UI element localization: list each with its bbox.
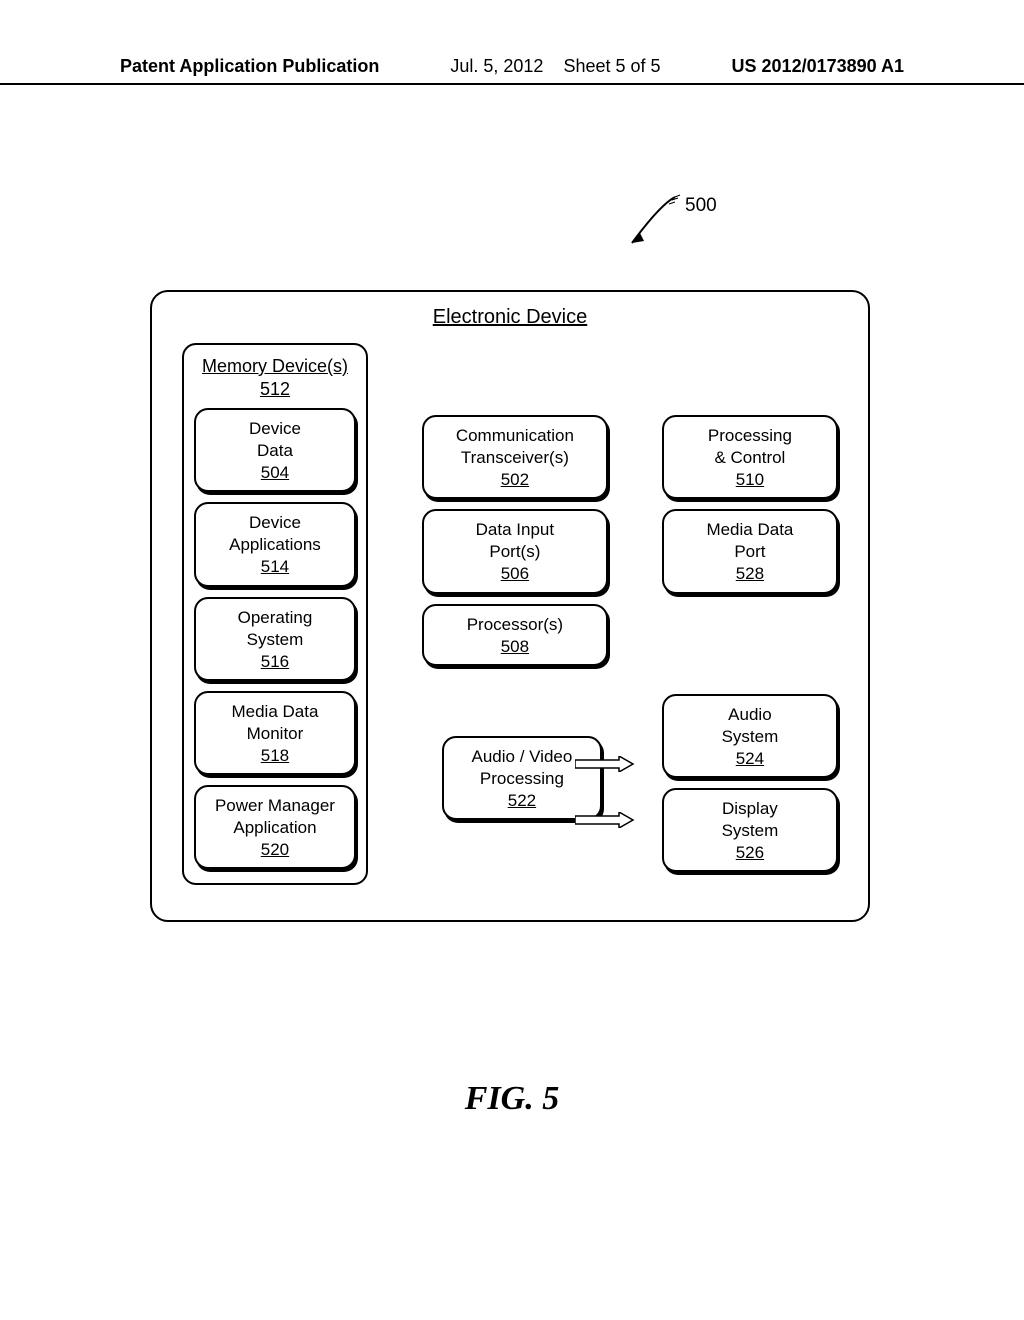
block-data-input-ports: Data Input Port(s) 506 [422,509,608,593]
block-ref: 524 [736,749,764,768]
block-line1: Processor(s) [467,615,563,634]
block-line2: Port [734,542,765,561]
block-ref: 514 [261,557,289,576]
memory-title-num: 512 [260,379,290,399]
block-ref: 526 [736,843,764,862]
block-line2: System [247,630,304,649]
block-line1: Display [722,799,778,818]
block-ref: 518 [261,746,289,765]
block-ref: 508 [501,637,529,656]
block-processing-control: Processing & Control 510 [662,415,838,499]
block-audio-video-processing: Audio / Video Processing 522 [442,736,602,820]
block-power-manager-application: Power Manager Application 520 [194,785,356,869]
block-device-data: Device Data 504 [194,408,356,492]
block-device-applications: Device Applications 514 [194,502,356,586]
memory-title-text: Memory Device(s) [202,356,348,376]
block-ref: 504 [261,463,289,482]
block-line1: Media Data [231,702,318,721]
block-line1: Operating [238,608,313,627]
block-line2: Transceiver(s) [461,448,569,467]
block-line2: Monitor [247,724,304,743]
block-line2: Data [257,441,293,460]
block-line1: Device [249,419,301,438]
device-title: Electronic Device [182,306,838,329]
block-line1: Processing [708,426,792,445]
header-date: Jul. 5, 2012 Sheet 5 of 5 [450,56,660,77]
block-line1: Audio / Video [472,747,573,766]
block-ref: 522 [508,791,536,810]
block-media-data-monitor: Media Data Monitor 518 [194,691,356,775]
header-sheet-text: Sheet 5 of 5 [563,56,660,76]
electronic-device-container: Electronic Device Memory Device(s) 512 D… [150,290,870,922]
block-line1: Communication [456,426,574,445]
block-ref: 520 [261,840,289,859]
header-left: Patent Application Publication [120,56,379,77]
reference-arrow [620,195,690,260]
arrow-av-to-audio [575,756,635,772]
block-line2: Processing [480,769,564,788]
block-line2: System [722,821,779,840]
memory-title: Memory Device(s) 512 [194,355,356,400]
block-ref: 502 [501,470,529,489]
block-line1: Device [249,513,301,532]
reference-number: 500 [685,195,717,217]
block-ref: 506 [501,564,529,583]
block-display-system: Display System 526 [662,788,838,872]
header-date-text: Jul. 5, 2012 [450,56,543,76]
block-processors: Processor(s) 508 [422,604,608,666]
block-line2: Applications [229,535,321,554]
memory-devices-container: Memory Device(s) 512 Device Data 504 Dev… [182,343,368,885]
block-ref: 516 [261,652,289,671]
block-communication-transceivers: Communication Transceiver(s) 502 [422,415,608,499]
block-ref: 510 [736,470,764,489]
page-header: Patent Application Publication Jul. 5, 2… [0,56,1024,85]
figure-caption-bound: FIG. 5 [0,1080,1024,1118]
block-operating-system: Operating System 516 [194,597,356,681]
block-line2: & Control [714,448,785,467]
block-line2: System [722,727,779,746]
block-ref: 528 [736,564,764,583]
block-line1: Power Manager [215,796,335,815]
figure-caption-text: FIG. 5 [465,1080,559,1117]
block-media-data-port: Media Data Port 528 [662,509,838,593]
block-line1: Data Input [476,520,554,539]
block-line1: Audio [728,705,771,724]
block-line2: Port(s) [489,542,540,561]
block-line2: Application [233,818,316,837]
arrow-av-to-display [575,812,635,828]
header-right: US 2012/0173890 A1 [732,56,904,77]
block-line1: Media Data [706,520,793,539]
block-audio-system: Audio System 524 [662,694,838,778]
